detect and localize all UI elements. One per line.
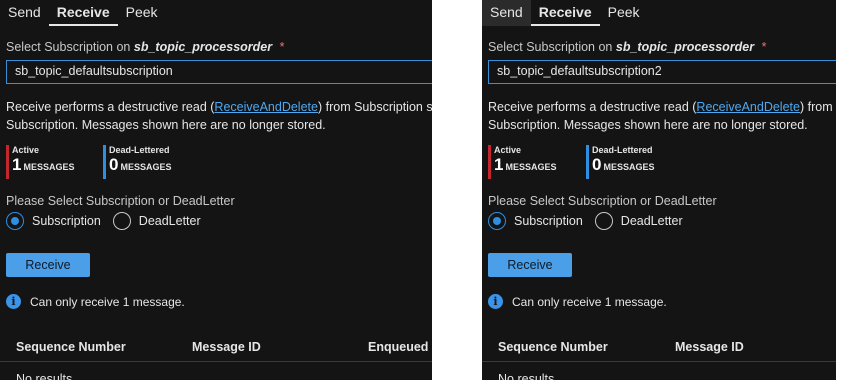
column-message-id[interactable]: Message ID (675, 340, 744, 354)
active-counter: Active 1 MESSAGES (488, 145, 556, 179)
left-panel: Send Receive Peek Select Subscription on… (0, 0, 432, 380)
radio-group: Subscription DeadLetter (6, 212, 213, 230)
subscription-label-prefix: Select Subscription on (6, 40, 131, 54)
tab-receive[interactable]: Receive (530, 0, 600, 26)
description: Receive performs a destructive read (Rec… (488, 98, 836, 134)
subscription-select[interactable]: sb_topic_defaultsubscription2 (488, 60, 836, 84)
radio-subscription-label: Subscription (32, 214, 101, 228)
description-suffix: ) from S (799, 100, 836, 114)
select-type-label: Please Select Subscription or DeadLetter (488, 194, 717, 208)
active-count: 1 (12, 155, 22, 174)
receive-button[interactable]: Receive (488, 253, 572, 277)
radio-deadletter[interactable]: DeadLetter (594, 212, 683, 230)
tab-bar: Send Receive Peek (482, 0, 648, 28)
info-message: i Can only receive 1 message. (6, 294, 185, 309)
select-type-label: Please Select Subscription or DeadLetter (6, 194, 235, 208)
description: Receive performs a destructive read (Rec… (6, 98, 432, 134)
subscription-select[interactable]: sb_topic_defaultsubscription (6, 60, 432, 84)
info-icon: i (6, 294, 21, 309)
topic-name: sb_topic_processorder (133, 40, 273, 54)
subscription-label-prefix: Select Subscription on (488, 40, 613, 54)
info-icon: i (488, 294, 503, 309)
subscription-label: Select Subscription on sb_topic_processo… (488, 40, 766, 54)
description-prefix: Receive performs a destructive read ( (488, 100, 697, 114)
required-mark: * (279, 40, 285, 54)
tab-peek[interactable]: Peek (118, 0, 166, 26)
active-unit: MESSAGES (23, 162, 75, 172)
required-mark: * (761, 40, 767, 54)
deadletter-counter: Dead-Lettered 0 MESSAGES (103, 145, 171, 179)
active-unit: MESSAGES (505, 162, 557, 172)
active-count: 1 (494, 155, 504, 174)
column-enqueued-time[interactable]: Enqueued T (368, 340, 432, 354)
deadletter-counter: Dead-Lettered 0 MESSAGES (586, 145, 654, 179)
tab-send[interactable]: Send (482, 0, 531, 26)
tab-bar: Send Receive Peek (0, 0, 166, 28)
radio-unchecked-icon (594, 212, 613, 230)
radio-unchecked-icon (112, 212, 131, 230)
active-title: Active (12, 145, 40, 155)
no-results-text: No results (16, 372, 73, 380)
deadletter-title: Dead-Lettered (592, 145, 653, 155)
tab-peek[interactable]: Peek (600, 0, 648, 26)
active-title: Active (494, 145, 522, 155)
radio-subscription[interactable]: Subscription (6, 212, 101, 230)
column-message-id[interactable]: Message ID (192, 340, 261, 354)
radio-subscription[interactable]: Subscription (488, 212, 583, 230)
deadletter-count: 0 (109, 155, 119, 174)
info-text: Can only receive 1 message. (512, 294, 667, 309)
deadletter-unit: MESSAGES (120, 162, 172, 172)
deadletter-count: 0 (592, 155, 602, 174)
radio-checked-icon (6, 212, 24, 230)
description-line-1: Receive performs a destructive read (Rec… (488, 98, 836, 116)
active-bar (6, 145, 9, 179)
column-sequence-number[interactable]: Sequence Number (16, 340, 126, 354)
description-prefix: Receive performs a destructive read ( (6, 100, 215, 114)
description-line-2: Subscription. Messages shown here are no… (6, 118, 326, 132)
table-header: Sequence Number Message ID Enqueued T (0, 336, 432, 362)
table-header: Sequence Number Message ID (482, 336, 836, 362)
info-message: i Can only receive 1 message. (488, 294, 667, 309)
description-suffix: ) from Subscription sb (317, 100, 432, 114)
radio-checked-icon (488, 212, 506, 230)
radio-deadletter[interactable]: DeadLetter (112, 212, 201, 230)
description-line-2: Subscription. Messages shown here are no… (488, 118, 808, 132)
no-results-text: No results (498, 372, 555, 380)
receive-and-delete-link[interactable]: ReceiveAndDelete (696, 100, 800, 114)
description-line-1: Receive performs a destructive read (Rec… (6, 98, 432, 116)
deadletter-unit: MESSAGES (603, 162, 655, 172)
receive-button[interactable]: Receive (6, 253, 90, 277)
info-text: Can only receive 1 message. (30, 294, 185, 309)
tab-send[interactable]: Send (0, 0, 49, 26)
deadletter-bar (586, 145, 589, 179)
subscription-label: Select Subscription on sb_topic_processo… (6, 40, 284, 54)
active-bar (488, 145, 491, 179)
tab-receive[interactable]: Receive (48, 0, 118, 26)
receive-and-delete-link[interactable]: ReceiveAndDelete (214, 100, 318, 114)
column-sequence-number[interactable]: Sequence Number (498, 340, 608, 354)
radio-deadletter-label: DeadLetter (620, 214, 683, 228)
deadletter-bar (103, 145, 106, 179)
radio-group: Subscription DeadLetter (488, 212, 695, 230)
radio-deadletter-label: DeadLetter (138, 214, 201, 228)
active-counter: Active 1 MESSAGES (6, 145, 74, 179)
topic-name: sb_topic_processorder (615, 40, 755, 54)
right-panel: Send Receive Peek Select Subscription on… (482, 0, 836, 380)
deadletter-title: Dead-Lettered (109, 145, 170, 155)
radio-subscription-label: Subscription (514, 214, 583, 228)
